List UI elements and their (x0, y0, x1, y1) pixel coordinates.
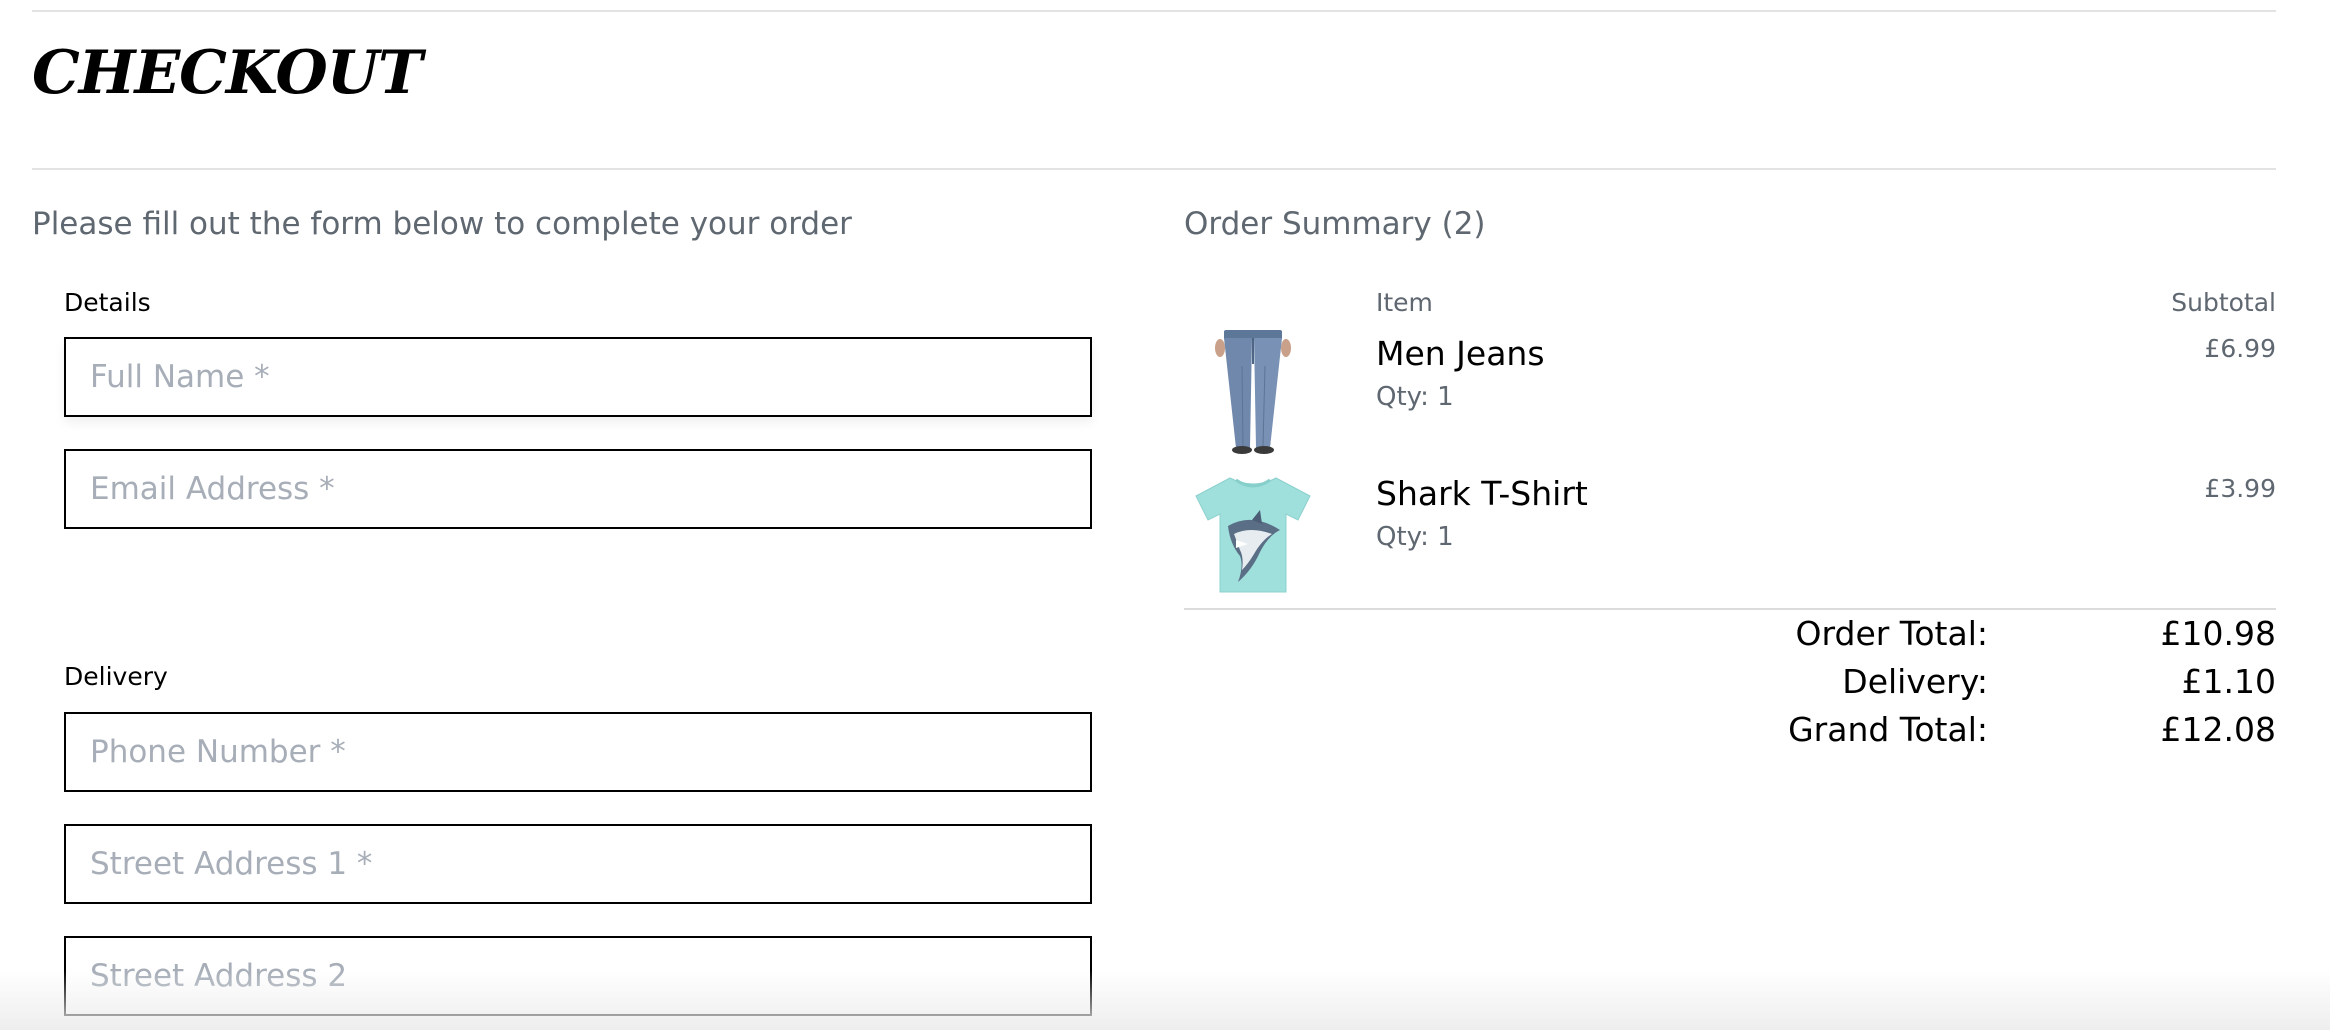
grand-total-label: Grand Total: (1788, 710, 1988, 749)
order-total-value: £10.98 (2160, 614, 2276, 653)
order-summary-title: Order Summary (2) (1184, 206, 1486, 242)
grand-total-value: £12.08 (2160, 710, 2276, 749)
summary-divider (1184, 608, 2276, 610)
checkout-page: CHECKOUT Please fill out the form below … (0, 0, 2330, 1030)
order-total-label: Order Total: (1795, 614, 1988, 653)
item-quantity: Qty: 1 (1376, 382, 1454, 412)
delivery-cost-label: Delivery: (1842, 662, 1988, 701)
item-name: Men Jeans (1376, 334, 1545, 373)
title-divider (32, 168, 2276, 170)
phone-input[interactable] (64, 712, 1092, 792)
delivery-section-label: Delivery (64, 662, 168, 691)
subtotal-column-header: Subtotal (2171, 288, 2276, 317)
form-intro: Please fill out the form below to comple… (32, 206, 852, 242)
page-title: CHECKOUT (32, 38, 423, 108)
item-column-header: Item (1376, 288, 1433, 317)
item-subtotal: £6.99 (2204, 334, 2276, 363)
street-address-1-input[interactable] (64, 824, 1092, 904)
shark-tshirt-image (1190, 470, 1316, 600)
top-divider (32, 10, 2276, 12)
details-section-label: Details (64, 288, 151, 317)
jeans-image (1190, 326, 1316, 456)
item-quantity: Qty: 1 (1376, 522, 1454, 552)
street-address-2-input[interactable] (64, 936, 1092, 1016)
item-name: Shark T-Shirt (1376, 474, 1588, 513)
full-name-input[interactable] (64, 337, 1092, 417)
email-input[interactable] (64, 449, 1092, 529)
delivery-cost-value: £1.10 (2181, 662, 2276, 701)
item-subtotal: £3.99 (2204, 474, 2276, 503)
